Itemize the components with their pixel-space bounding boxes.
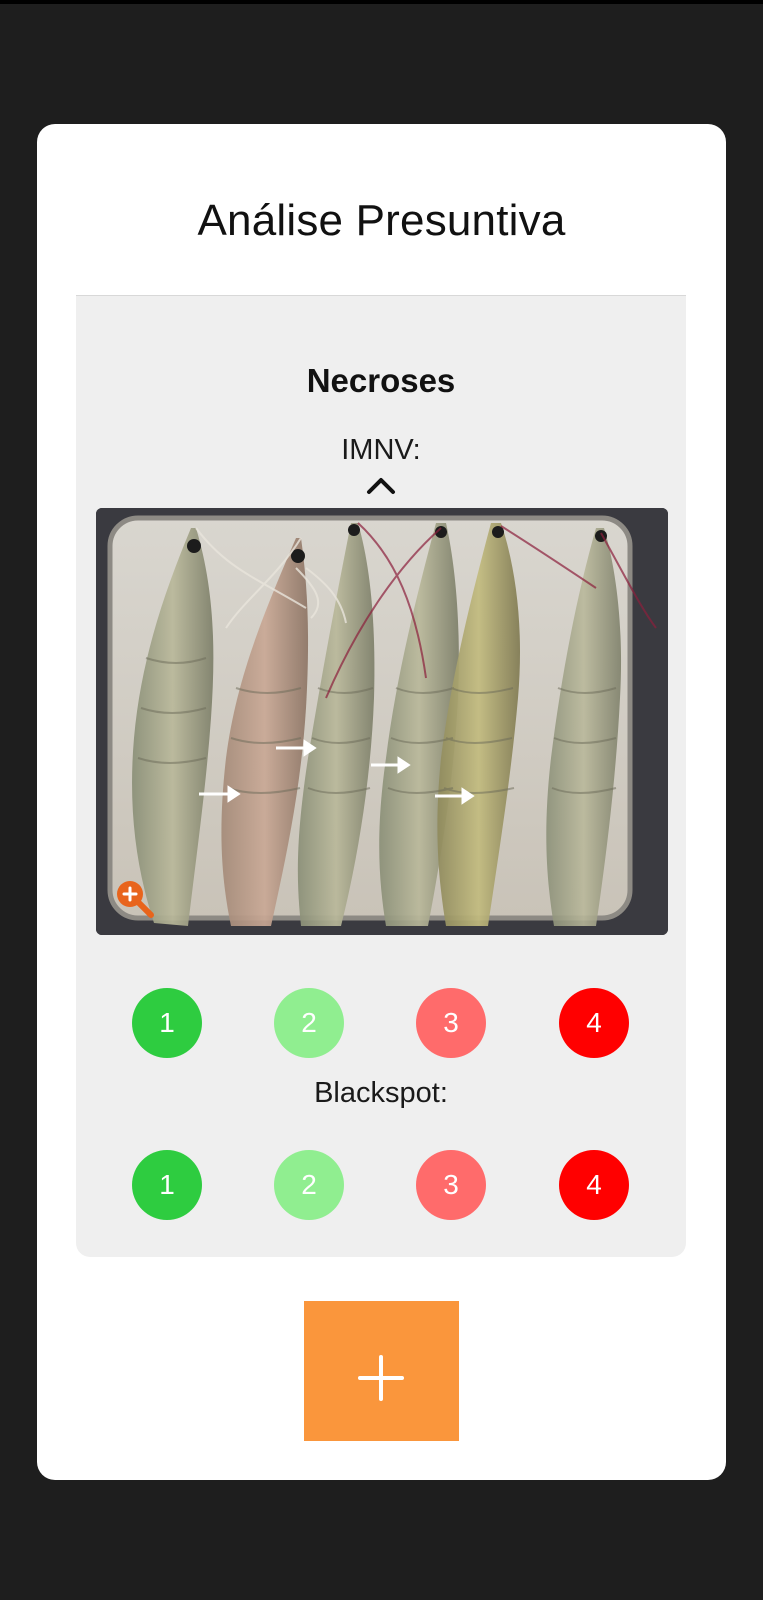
- chevron-up-icon[interactable]: [365, 474, 397, 496]
- blackspot-score-4-button[interactable]: 4: [559, 1150, 629, 1220]
- shrimp-photo: [96, 508, 668, 935]
- imnv-score-2-button[interactable]: 2: [274, 988, 344, 1058]
- imnv-score-row: 1 2 3 4: [76, 988, 686, 1058]
- blackspot-label: Blackspot:: [314, 1077, 448, 1109]
- analysis-card: Análise Presuntiva Necroses IMNV: 1 2 3 …: [37, 124, 726, 1480]
- necroses-panel: Necroses IMNV: 1 2 3 4 Blackspot: 1 2 3 …: [76, 296, 686, 1257]
- blackspot-score-2-button[interactable]: 2: [274, 1150, 344, 1220]
- page-title: Análise Presuntiva: [197, 196, 566, 245]
- imnv-score-3-button[interactable]: 3: [416, 988, 486, 1058]
- blackspot-score-1-button[interactable]: 1: [132, 1150, 202, 1220]
- section-title: Necroses: [306, 362, 456, 399]
- plus-icon: [358, 1355, 404, 1401]
- imnv-label: IMNV:: [341, 434, 421, 466]
- shrimp-image: [96, 508, 668, 935]
- imnv-score-1-button[interactable]: 1: [132, 988, 202, 1058]
- add-button[interactable]: [304, 1301, 459, 1441]
- imnv-score-4-button[interactable]: 4: [559, 988, 629, 1058]
- zoom-in-icon[interactable]: [112, 876, 156, 920]
- blackspot-score-row: 1 2 3 4: [76, 1150, 686, 1220]
- blackspot-score-3-button[interactable]: 3: [416, 1150, 486, 1220]
- status-bar: [0, 0, 763, 4]
